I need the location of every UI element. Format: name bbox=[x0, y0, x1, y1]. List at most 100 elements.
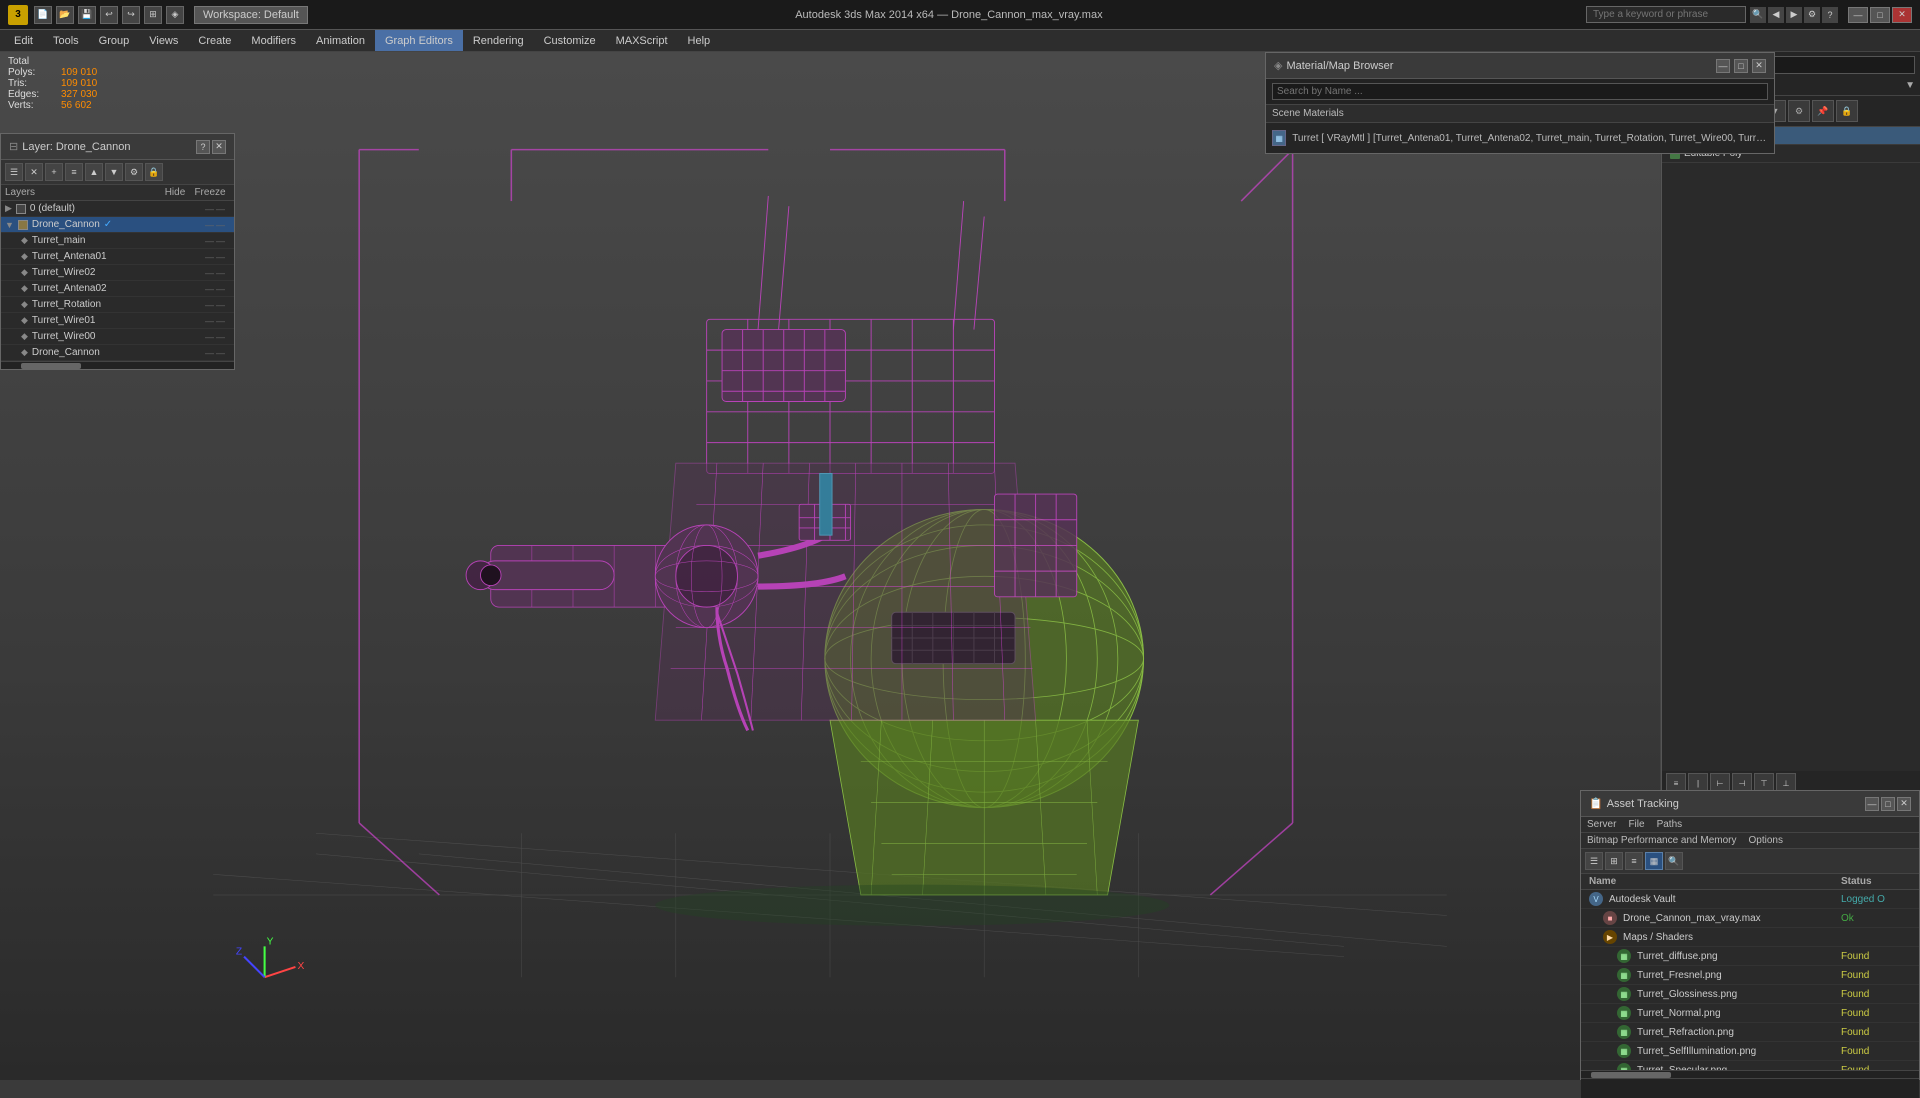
asset-normal-icon: ▦ bbox=[1617, 1006, 1631, 1020]
menu-graph-editors[interactable]: Graph Editors bbox=[375, 30, 463, 51]
asset-vault-icon: V bbox=[1589, 892, 1603, 906]
menu-maxscript[interactable]: MAXScript bbox=[606, 30, 678, 51]
search-prev[interactable]: ◀ bbox=[1768, 7, 1784, 23]
menu-create[interactable]: Create bbox=[188, 30, 241, 51]
save-button[interactable]: 💾 bbox=[78, 6, 96, 24]
menu-help[interactable]: Help bbox=[678, 30, 721, 51]
undo-button[interactable]: ↩ bbox=[100, 6, 118, 24]
layer-item-turret-main[interactable]: ◆ Turret_main —— bbox=[1, 233, 234, 249]
asset-selfillum-status: Found bbox=[1841, 1046, 1911, 1057]
asset-item-maps[interactable]: ▶ Maps / Shaders bbox=[1581, 928, 1919, 947]
layer-item[interactable]: ▶ 0 (default) — — bbox=[1, 201, 234, 217]
open-button[interactable]: 📂 bbox=[56, 6, 74, 24]
menu-rendering[interactable]: Rendering bbox=[463, 30, 534, 51]
asset-item-glossiness[interactable]: ▦ Turret_Glossiness.png Found bbox=[1581, 985, 1919, 1004]
asset-item-normal[interactable]: ▦ Turret_Normal.png Found bbox=[1581, 1004, 1919, 1023]
layer-name-antena02: Turret_Antena02 bbox=[32, 283, 107, 294]
asset-scrollbar[interactable] bbox=[1581, 1070, 1919, 1078]
asset-icon-3[interactable]: ≡ bbox=[1625, 852, 1643, 870]
layer-scrollbar[interactable] bbox=[1, 361, 234, 369]
mat-browser-close[interactable]: ✕ bbox=[1752, 59, 1766, 73]
asset-close-button[interactable]: ✕ bbox=[1897, 797, 1911, 811]
layer-scrollbar-thumb[interactable] bbox=[21, 363, 81, 369]
layer-tool-3[interactable]: + bbox=[45, 163, 63, 181]
asset-menu-paths[interactable]: Paths bbox=[1657, 819, 1683, 830]
tb2[interactable]: ◈ bbox=[166, 6, 184, 24]
asset-minimize-button[interactable]: — bbox=[1865, 797, 1879, 811]
workspace-button[interactable]: Workspace: Default bbox=[194, 6, 308, 24]
asset-item-vault[interactable]: V Autodesk Vault Logged O bbox=[1581, 890, 1919, 909]
layer-name-rotation: Turret_Rotation bbox=[32, 299, 101, 310]
layer-name-drone: Drone_Cannon bbox=[32, 219, 100, 230]
mod-icon-8[interactable]: 🔒 bbox=[1836, 100, 1858, 122]
new-button[interactable]: 📄 bbox=[34, 6, 52, 24]
close-button[interactable]: ✕ bbox=[1892, 7, 1912, 23]
asset-item-specular[interactable]: ▦ Turret_Specular.png Found bbox=[1581, 1061, 1919, 1070]
search-next[interactable]: ▶ bbox=[1786, 7, 1802, 23]
help-icon[interactable]: ? bbox=[1822, 7, 1838, 23]
layer-name-antena01: Turret_Antena01 bbox=[32, 251, 107, 262]
mat-browser-minimize[interactable]: — bbox=[1716, 59, 1730, 73]
asset-submenu-options[interactable]: Options bbox=[1749, 835, 1783, 846]
minimize-button[interactable]: — bbox=[1848, 7, 1868, 23]
layer-tool-4[interactable]: ≡ bbox=[65, 163, 83, 181]
asset-maximize-button[interactable]: □ bbox=[1881, 797, 1895, 811]
asset-item-maxfile[interactable]: ■ Drone_Cannon_max_vray.max Ok bbox=[1581, 909, 1919, 928]
menu-group[interactable]: Group bbox=[89, 30, 140, 51]
asset-tracking-panel: 📋 Asset Tracking — □ ✕ Server File Paths… bbox=[1580, 790, 1920, 1080]
layer-item-turret-antena01[interactable]: ◆ Turret_Antena01 —— bbox=[1, 249, 234, 265]
layer-item-turret-antena02[interactable]: ◆ Turret_Antena02 —— bbox=[1, 281, 234, 297]
asset-menu-server[interactable]: Server bbox=[1587, 819, 1616, 830]
modifier-list-arrow[interactable]: ▼ bbox=[1905, 80, 1915, 91]
asset-icon-1[interactable]: ☰ bbox=[1585, 852, 1603, 870]
asset-col-status-label: Status bbox=[1841, 876, 1911, 887]
layer-tool-6[interactable]: ▼ bbox=[105, 163, 123, 181]
asset-icon-2[interactable]: ⊞ bbox=[1605, 852, 1623, 870]
mat-search-input[interactable] bbox=[1272, 83, 1768, 100]
layer-tool-8[interactable]: 🔒 bbox=[145, 163, 163, 181]
asset-glossiness-icon: ▦ bbox=[1617, 987, 1631, 1001]
layer-name-turret-main: Turret_main bbox=[32, 235, 86, 246]
menu-views[interactable]: Views bbox=[139, 30, 188, 51]
search-icon[interactable]: 🔍 bbox=[1750, 7, 1766, 23]
asset-panel-buttons: — □ ✕ bbox=[1865, 797, 1911, 811]
asset-item-selfillum[interactable]: ▦ Turret_SelfIllumination.png Found bbox=[1581, 1042, 1919, 1061]
asset-item-fresnel[interactable]: ▦ Turret_Fresnel.png Found bbox=[1581, 966, 1919, 985]
asset-menu-file[interactable]: File bbox=[1628, 819, 1644, 830]
search-settings[interactable]: ⚙ bbox=[1804, 7, 1820, 23]
menu-edit[interactable]: Edit bbox=[4, 30, 43, 51]
menu-tools[interactable]: Tools bbox=[43, 30, 89, 51]
asset-diffuse-status: Found bbox=[1841, 951, 1911, 962]
mod-icon-7[interactable]: 📌 bbox=[1812, 100, 1834, 122]
layer-panel-close[interactable]: ✕ bbox=[212, 140, 226, 154]
asset-item-diffuse[interactable]: ▦ Turret_diffuse.png Found bbox=[1581, 947, 1919, 966]
layer-tool-1[interactable]: ☰ bbox=[5, 163, 23, 181]
asset-item-refraction[interactable]: ▦ Turret_Refraction.png Found bbox=[1581, 1023, 1919, 1042]
asset-fresnel-name: Turret_Fresnel.png bbox=[1637, 970, 1841, 981]
layer-tool-2[interactable]: ✕ bbox=[25, 163, 43, 181]
layer-tool-7[interactable]: ⚙ bbox=[125, 163, 143, 181]
layer-item-turret-wire02[interactable]: ◆ Turret_Wire02 —— bbox=[1, 265, 234, 281]
layer-item-turret-wire00[interactable]: ◆ Turret_Wire00 —— bbox=[1, 329, 234, 345]
maximize-button[interactable]: □ bbox=[1870, 7, 1890, 23]
search-input[interactable] bbox=[1586, 6, 1746, 23]
asset-icon-5[interactable]: 🔍 bbox=[1665, 852, 1683, 870]
layer-panel-help[interactable]: ? bbox=[196, 140, 210, 154]
layer-item-turret-rotation[interactable]: ◆ Turret_Rotation —— bbox=[1, 297, 234, 313]
redo-button[interactable]: ↪ bbox=[122, 6, 140, 24]
layer-item-turret-wire01[interactable]: ◆ Turret_Wire01 —— bbox=[1, 313, 234, 329]
mod-icon-6[interactable]: ⚙ bbox=[1788, 100, 1810, 122]
tb1[interactable]: ⊞ bbox=[144, 6, 162, 24]
title-bar: 3 📄 📂 💾 ↩ ↪ ⊞ ◈ Workspace: Default Autod… bbox=[0, 0, 1920, 30]
viewport[interactable]: [+] [Perspective] [Shaded + Edged Faces] bbox=[0, 52, 1660, 1080]
menu-animation[interactable]: Animation bbox=[306, 30, 375, 51]
layer-tool-5[interactable]: ▲ bbox=[85, 163, 103, 181]
layer-item-drone-cannon[interactable]: ▼ Drone_Cannon ✓ — — bbox=[1, 217, 234, 233]
asset-icon-4[interactable]: ▦ bbox=[1645, 852, 1663, 870]
asset-submenu-bitmap[interactable]: Bitmap Performance and Memory bbox=[1587, 835, 1737, 846]
asset-scrollbar-thumb[interactable] bbox=[1591, 1072, 1671, 1078]
menu-customize[interactable]: Customize bbox=[534, 30, 606, 51]
menu-modifiers[interactable]: Modifiers bbox=[241, 30, 306, 51]
layer-item-drone-cannon-child[interactable]: ◆ Drone_Cannon —— bbox=[1, 345, 234, 361]
mat-browser-maximize[interactable]: □ bbox=[1734, 59, 1748, 73]
